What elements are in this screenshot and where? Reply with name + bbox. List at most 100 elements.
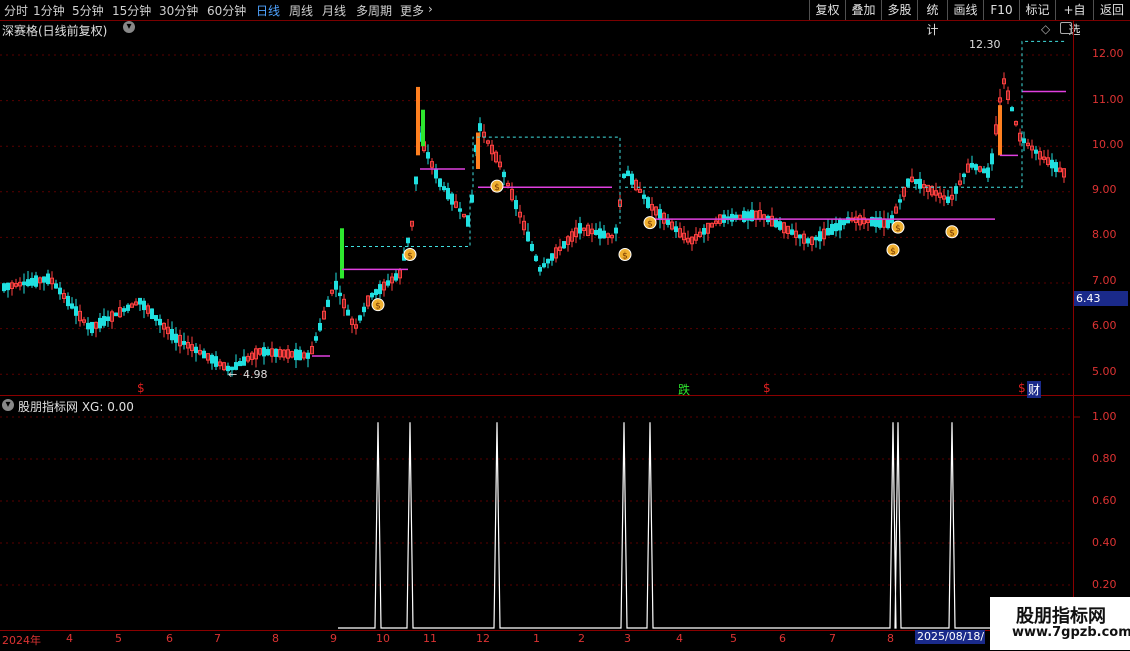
candle-body bbox=[594, 229, 598, 235]
cursor-date: 2025/08/18/ bbox=[915, 630, 985, 644]
candle-body bbox=[842, 220, 846, 226]
candle-body bbox=[358, 315, 362, 321]
candle-body bbox=[514, 200, 518, 210]
candle-body bbox=[806, 238, 810, 244]
candle-body bbox=[946, 196, 950, 203]
coin-icon: $ bbox=[375, 302, 381, 312]
coin-icon: $ bbox=[407, 252, 413, 262]
candle-body bbox=[1054, 162, 1058, 172]
candle-body bbox=[266, 349, 270, 356]
indicator-tick: 0.60 bbox=[1092, 494, 1117, 507]
candle-body bbox=[30, 277, 34, 286]
candle-body bbox=[416, 86, 420, 156]
candle-body bbox=[334, 280, 338, 290]
current-price-tag: 6.43 bbox=[1074, 291, 1128, 306]
price-tick: 6.00 bbox=[1092, 319, 1117, 332]
candle-body bbox=[502, 171, 506, 178]
candle-body bbox=[834, 223, 838, 232]
dollar-marker-icon: $ bbox=[137, 381, 145, 395]
coin-icon: $ bbox=[895, 224, 901, 234]
candle-body bbox=[438, 178, 442, 187]
candle-body bbox=[42, 276, 46, 283]
month-label: 7 bbox=[214, 632, 221, 645]
month-label: 2 bbox=[578, 632, 585, 645]
cai-marker: 财 bbox=[1027, 381, 1042, 398]
candle-body bbox=[550, 253, 554, 261]
candle-body bbox=[666, 218, 670, 225]
candle-body bbox=[102, 316, 106, 326]
candle-body bbox=[210, 354, 214, 364]
price-tick: 5.00 bbox=[1092, 365, 1117, 378]
candle-body bbox=[362, 306, 366, 313]
candle-body bbox=[150, 308, 154, 320]
candle-body bbox=[562, 241, 566, 249]
low-arrow-icon: ← bbox=[228, 368, 238, 381]
candle-body bbox=[370, 292, 374, 298]
die-marker: 跌 bbox=[678, 383, 691, 397]
candle-body bbox=[442, 186, 446, 191]
month-label: 4 bbox=[676, 632, 683, 645]
candle-body bbox=[46, 273, 50, 285]
candle-body bbox=[6, 282, 10, 291]
candlestick-chart[interactable]: $ $ $ $ $ $ $ $ bbox=[0, 0, 1130, 650]
price-tick: 7.00 bbox=[1092, 274, 1117, 287]
candle-body bbox=[202, 350, 206, 359]
candle-body bbox=[990, 153, 994, 165]
candle-body bbox=[242, 356, 246, 366]
month-label: 8 bbox=[887, 632, 894, 645]
coin-icon: $ bbox=[647, 220, 653, 230]
watermark-url: www.7gpzb.com bbox=[1012, 625, 1130, 640]
candle-body bbox=[2, 283, 6, 292]
candle-body bbox=[1050, 159, 1054, 169]
candle-body bbox=[174, 333, 178, 343]
high-label: 12.30 bbox=[969, 38, 1001, 51]
coin-icon: $ bbox=[622, 252, 628, 262]
candle-body bbox=[314, 336, 318, 341]
price-tick: 10.00 bbox=[1092, 138, 1124, 151]
month-label: 7 bbox=[829, 632, 836, 645]
candle-body bbox=[58, 287, 62, 295]
candle-body bbox=[830, 223, 834, 235]
candle-body bbox=[238, 361, 242, 367]
month-label: 1 bbox=[533, 632, 540, 645]
indicator-tick: 0.40 bbox=[1092, 536, 1117, 549]
indicator-tick: 0.80 bbox=[1092, 452, 1117, 465]
month-label: 6 bbox=[779, 632, 786, 645]
candle-body bbox=[306, 352, 310, 359]
xg-signal-line bbox=[338, 422, 1072, 629]
dropdown-icon[interactable]: ▾ bbox=[2, 399, 14, 411]
candle-body bbox=[126, 304, 130, 311]
candle-body bbox=[478, 123, 482, 132]
candle-body bbox=[790, 229, 794, 235]
candle-body bbox=[262, 347, 266, 357]
month-label: 11 bbox=[423, 632, 437, 645]
candle-body bbox=[394, 273, 398, 281]
candle-body bbox=[298, 349, 302, 361]
candle-body bbox=[70, 303, 74, 309]
month-label: 2024年 bbox=[2, 634, 41, 647]
price-tick: 8.00 bbox=[1092, 228, 1117, 241]
candle-body bbox=[182, 340, 186, 345]
candle-body bbox=[142, 300, 146, 311]
candle-body bbox=[374, 289, 378, 296]
candle-body bbox=[318, 322, 322, 331]
candle-body bbox=[998, 105, 1002, 156]
candle-body bbox=[194, 346, 198, 354]
candle-body bbox=[170, 328, 174, 341]
candle-body bbox=[434, 168, 438, 179]
candle-body bbox=[970, 162, 974, 168]
candle-body bbox=[470, 194, 474, 203]
right-axis-line bbox=[1073, 20, 1074, 630]
candle-body bbox=[578, 223, 582, 234]
month-label: 3 bbox=[624, 632, 631, 645]
candle-body bbox=[598, 228, 602, 239]
dollar-marker-icon: $ bbox=[1018, 381, 1026, 395]
month-label: 6 bbox=[166, 632, 173, 645]
candle-body bbox=[798, 234, 802, 239]
candle-body bbox=[66, 295, 70, 307]
candle-body bbox=[838, 219, 842, 231]
candle-body bbox=[54, 283, 58, 289]
candle-body bbox=[646, 197, 650, 208]
indicator-title: 股朋指标网 XG: 0.00 bbox=[18, 400, 134, 414]
candle-body bbox=[542, 263, 546, 268]
